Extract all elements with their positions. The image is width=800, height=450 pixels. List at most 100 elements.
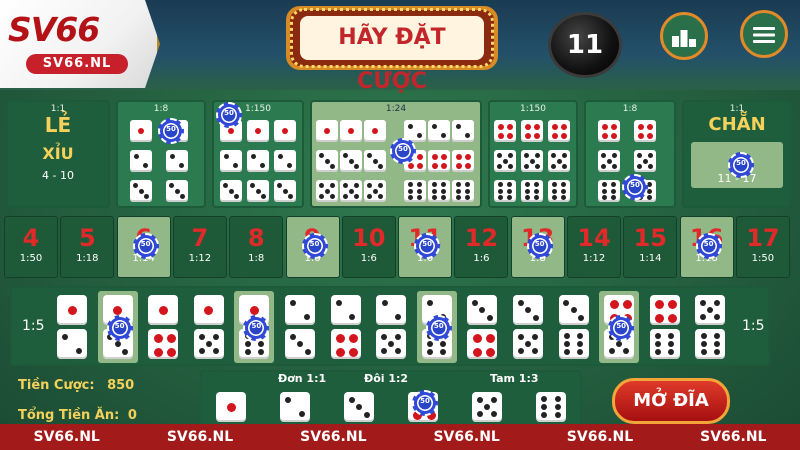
die-face-2 <box>130 150 152 172</box>
sum-bet-11[interactable]: 111:650 <box>398 216 453 278</box>
watermark: SV66.NL <box>700 429 767 445</box>
combo-bet-1-2[interactable] <box>52 291 92 363</box>
don-label: Đơn 1:1 <box>278 372 327 385</box>
sum-number: 15 <box>633 224 667 252</box>
die-face-1 <box>316 120 338 142</box>
single-bet-5[interactable] <box>470 390 506 426</box>
combo-bet-1-4[interactable] <box>143 291 183 363</box>
die-face-5 <box>548 150 570 172</box>
die-face-3 <box>166 180 188 202</box>
sum-number: 12 <box>464 224 499 252</box>
bet-triple-left[interactable]: 1:150 50 <box>212 100 304 208</box>
die-face-4 <box>148 329 179 359</box>
die-face-3 <box>467 295 498 325</box>
die-face-5 <box>364 180 386 202</box>
sum-number: 10 <box>352 224 386 252</box>
sum-bet-12[interactable]: 12 1:6 <box>454 216 509 278</box>
sum-bet-7[interactable]: 7 1:12 <box>172 216 227 278</box>
die-face-4 <box>598 120 620 142</box>
die-face-6 <box>695 329 726 359</box>
sum-bet-13[interactable]: 131:850 <box>510 216 565 278</box>
die-face-4 <box>494 120 516 142</box>
die-face-6 <box>428 180 450 202</box>
sum-bet-10[interactable]: 10 1:6 <box>341 216 396 278</box>
die-face-6 <box>452 180 474 202</box>
bet-amount-label: Tiền Cược: <box>18 378 95 393</box>
bet-triple-right[interactable]: 1:150 <box>488 100 578 208</box>
die-face-6 <box>548 180 570 202</box>
single-bet-3[interactable] <box>342 390 378 426</box>
bet-chip: 50 <box>412 390 438 416</box>
single-dice: 50 <box>214 390 574 426</box>
bet-chip: 50 <box>132 233 159 259</box>
combo-bet-1-5[interactable] <box>189 291 229 363</box>
sum-bet-5[interactable]: 5 1:18 <box>60 216 115 278</box>
single-bet-1[interactable] <box>214 390 250 426</box>
combo-bet-2-6[interactable]: 50 <box>416 291 457 363</box>
die-face-3 <box>316 150 338 172</box>
sum-bet-4[interactable]: 4 1:50 <box>4 216 58 278</box>
die-face-1 <box>193 295 224 325</box>
sum-ratio: 1:14 <box>639 253 662 264</box>
die-face-4 <box>649 295 680 325</box>
sum-number: 14 <box>577 224 611 252</box>
die-face-5 <box>193 329 224 359</box>
bet-any-triple[interactable]: 1:24 50 <box>310 100 482 208</box>
sum-bet-15[interactable]: 15 1:14 <box>623 216 678 278</box>
stats-button[interactable] <box>660 12 708 60</box>
watermark: SV66.NL <box>566 429 634 445</box>
die-face-2 <box>280 392 310 422</box>
combo-bet-5-6[interactable] <box>690 291 730 363</box>
combo-bet-1-6[interactable]: 50 <box>234 291 275 363</box>
combo-bet-1-3[interactable]: 50 <box>97 291 138 363</box>
combo-bet-2-5[interactable] <box>371 291 411 363</box>
podium-icon <box>672 30 696 47</box>
total-win-label: Tổng Tiền Ăn: <box>18 408 120 423</box>
sum-ratio: 1:8 <box>248 253 265 264</box>
sum-bet-14[interactable]: 14 1:12 <box>567 216 621 278</box>
single-bet-4[interactable]: 50 <box>406 390 442 426</box>
menu-button[interactable] <box>740 10 788 58</box>
combo-bet-4-5[interactable]: 50 <box>599 291 640 363</box>
combo-bet-4-6[interactable] <box>645 291 685 363</box>
combo-bet-3-6[interactable] <box>554 291 594 363</box>
bet-chip: 50 <box>158 118 184 144</box>
combo-bet-3-4[interactable] <box>462 291 502 363</box>
bet-amount-value: 850 <box>107 378 135 393</box>
die-face-2 <box>452 120 474 142</box>
single-bet-6[interactable] <box>534 390 570 426</box>
bet-chip: 50 <box>390 138 416 164</box>
die-face-5 <box>695 295 726 325</box>
single-bet-2[interactable] <box>278 390 314 426</box>
bet-chan[interactable]: 1:1 CHẴN 11 - 17 50 <box>682 100 792 208</box>
sum-bet-6[interactable]: 61:1450 <box>116 216 171 278</box>
die-face-5 <box>521 150 543 172</box>
combo-left-ratio: 1:5 <box>22 318 45 334</box>
sum-number: 4 <box>22 224 40 252</box>
triple-right-ratio: 1:150 <box>520 104 546 114</box>
bet-chip: 50 <box>106 315 133 341</box>
sum-bet-9[interactable]: 91:650 <box>285 216 340 278</box>
combo-bet-2-4[interactable] <box>326 291 366 363</box>
die-face-3 <box>130 180 152 202</box>
die-face-4 <box>330 329 361 359</box>
bet-double-left[interactable]: 1:8 50 <box>116 100 206 208</box>
tam-label: Tam 1:3 <box>490 372 539 385</box>
die-face-3 <box>247 180 269 202</box>
bet-double-right[interactable]: 1:8 50 <box>584 100 676 208</box>
combo-bet-3-5[interactable] <box>508 291 548 363</box>
open-dish-button[interactable]: MỞ ĐĨA <box>612 378 730 424</box>
die-face-6 <box>404 180 426 202</box>
bet-chip: 50 <box>695 233 722 259</box>
die-face-2 <box>330 295 361 325</box>
sum-bet-17[interactable]: 17 1:50 <box>735 216 790 278</box>
sum-ratio: 1:12 <box>188 253 212 264</box>
sum-bet-8[interactable]: 8 1:8 <box>229 216 284 278</box>
bet-le-xiu[interactable]: 1:1 LẺ XỈU 4 - 10 <box>6 100 110 208</box>
bet-chip: 50 <box>301 233 328 259</box>
countdown-timer: 11 <box>548 12 622 78</box>
logo-text: SV66 <box>8 10 100 49</box>
combo-bet-2-3[interactable] <box>280 291 320 363</box>
die-face-2 <box>428 120 450 142</box>
sum-bet-16[interactable]: 161:1850 <box>679 216 734 278</box>
